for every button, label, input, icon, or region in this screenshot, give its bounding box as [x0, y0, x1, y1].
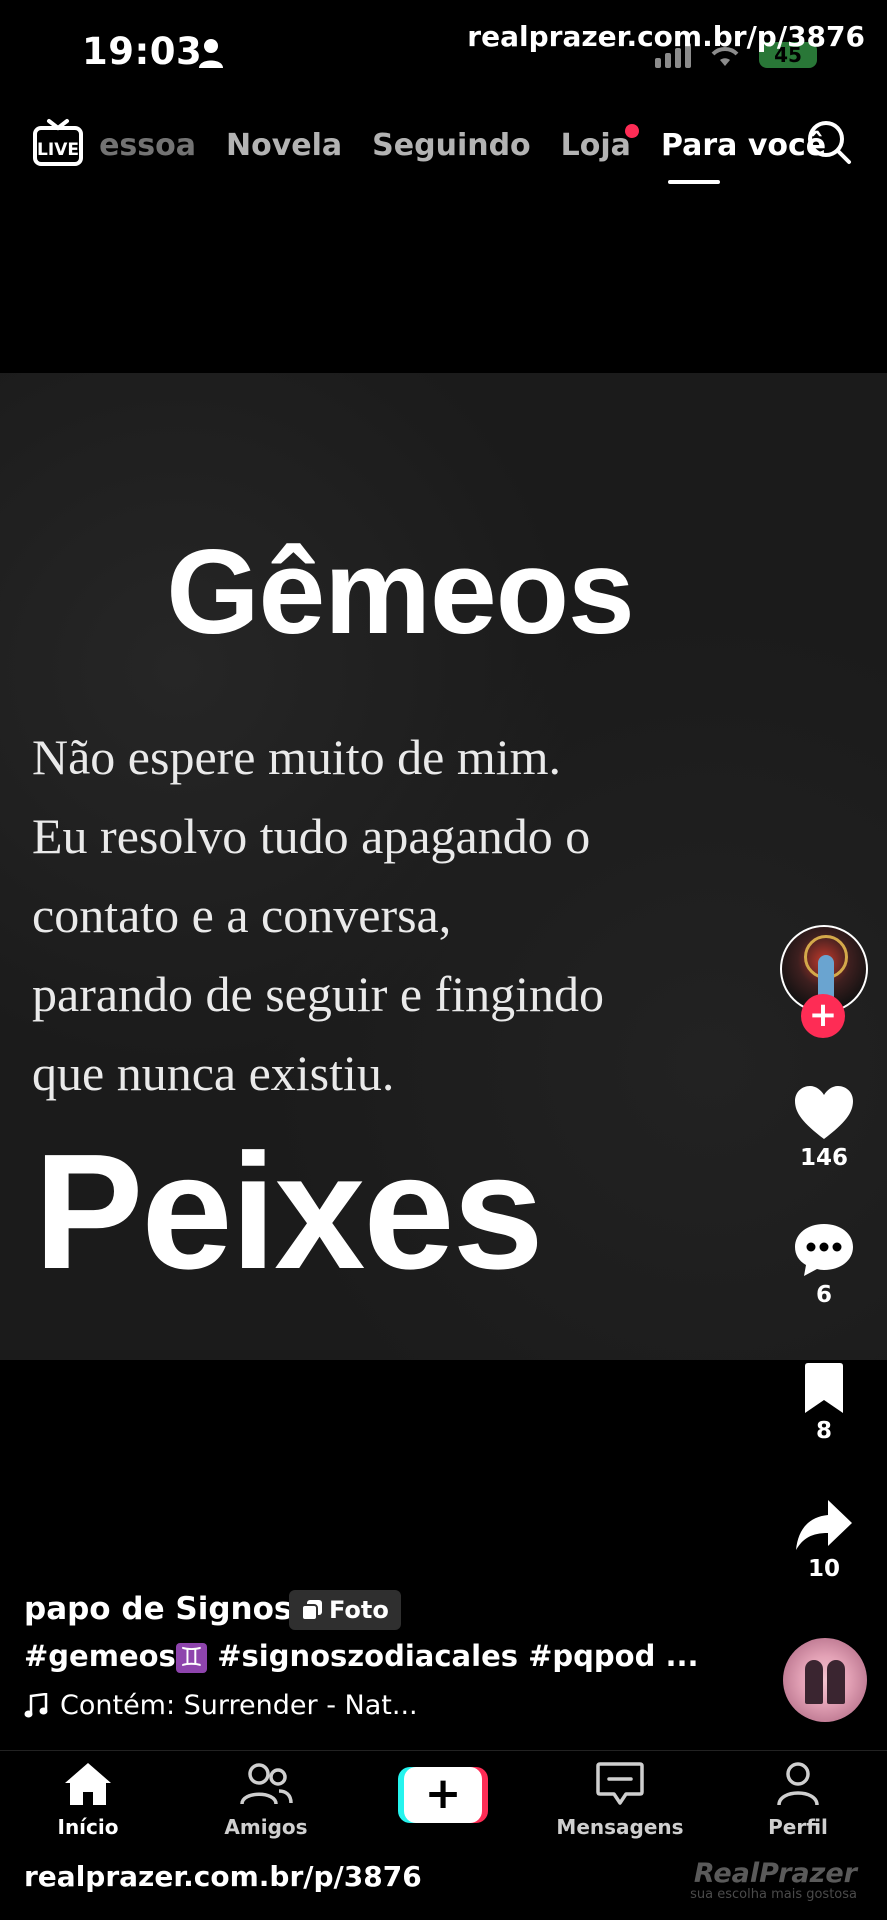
tab-pessoa[interactable]: Pessoa — [98, 128, 196, 163]
author-name[interactable]: papo de Signos — [24, 1591, 292, 1627]
share-icon — [796, 1500, 852, 1550]
friends-icon — [240, 1763, 293, 1805]
quote-line: contato e a conversa, — [32, 887, 452, 943]
bookmark-icon — [805, 1363, 843, 1413]
brand-name: RealPrazer — [693, 1858, 857, 1889]
comment-button[interactable]: 6 — [780, 1222, 868, 1308]
like-count: 146 — [799, 1145, 848, 1171]
svg-text:LIVE: LIVE — [37, 140, 79, 160]
save-button[interactable]: 8 — [780, 1362, 868, 1444]
follow-button[interactable]: + — [801, 994, 845, 1038]
like-button[interactable]: 146 — [780, 1085, 868, 1171]
nav-amigos[interactable]: Amigos — [181, 1761, 351, 1839]
quote-line: que nunca existiu. — [32, 1045, 395, 1101]
photo-icon — [301, 1600, 322, 1621]
nav-mensagens[interactable]: Mensagens — [535, 1761, 705, 1839]
nav-label: Mensagens — [556, 1815, 684, 1839]
nav-inicio[interactable]: Início — [3, 1761, 173, 1839]
bottom-nav: Início Amigos + Mensagens Perfil — [0, 1750, 887, 1860]
watermark-top: realprazer.com.br/p/3876 — [467, 20, 865, 53]
status-time: 19:03 — [82, 30, 203, 73]
music-disc[interactable] — [783, 1638, 867, 1722]
post-quote: Não espere muito de mim. Eu resolvo tudo… — [32, 718, 604, 1113]
tab-para-voce[interactable]: Para você — [661, 128, 826, 163]
create-button[interactable]: + — [398, 1767, 488, 1823]
active-tab-indicator — [668, 180, 720, 184]
share-count: 10 — [807, 1556, 840, 1582]
foto-badge: Foto — [289, 1590, 401, 1630]
notification-dot — [624, 123, 639, 138]
save-count: 8 — [815, 1418, 832, 1444]
music-title: Contém: Surrender - Nat... — [60, 1690, 418, 1721]
heart-icon — [795, 1086, 853, 1139]
tab-novela[interactable]: Novela — [226, 128, 342, 163]
post-title: Gêmeos — [166, 525, 635, 659]
brand-logo: RealPrazer sua escolha mais gostosa — [690, 1858, 857, 1902]
disc-figure — [805, 1660, 823, 1704]
quote-line: Não espere muito de mim. — [32, 729, 562, 785]
disc-figure — [827, 1660, 845, 1704]
post-subtitle: Peixes — [34, 1120, 544, 1303]
quote-line: Eu resolvo tudo apagando o — [32, 808, 591, 864]
comment-icon — [795, 1224, 853, 1276]
watermark-bottom: realprazer.com.br/p/3876 — [24, 1860, 422, 1893]
nav-label: Início — [57, 1815, 119, 1839]
music-note-icon — [24, 1692, 48, 1717]
tab-loja[interactable]: Loja — [560, 123, 639, 163]
plus-icon: + — [404, 1767, 482, 1823]
profile-icon — [777, 1762, 819, 1806]
nav-label: Amigos — [224, 1815, 308, 1839]
nav-perfil[interactable]: Perfil — [713, 1761, 883, 1839]
nav-label: Perfil — [768, 1815, 828, 1839]
messages-icon — [596, 1762, 644, 1805]
top-tabs: Pessoa Novela Seguindo Loja Para você — [98, 122, 826, 168]
post-image[interactable]: Gêmeos Não espere muito de mim. Eu resol… — [0, 373, 887, 1360]
foto-badge-label: Foto — [329, 1596, 389, 1624]
tab-seguindo[interactable]: Seguindo — [372, 128, 531, 163]
tab-loja-label: Loja — [560, 127, 631, 163]
music-info[interactable]: Contém: Surrender - Nat... — [24, 1690, 418, 1721]
share-button[interactable]: 10 — [780, 1498, 868, 1582]
live-icon[interactable]: LIVE — [32, 118, 84, 168]
person-icon — [199, 39, 223, 68]
home-icon — [65, 1763, 111, 1805]
gemini-emoji: ♊ — [175, 1643, 208, 1673]
hashtag-gemeos[interactable]: #gemeos — [24, 1639, 176, 1673]
hashtags[interactable]: #gemeos ♊ #signoszodiacales #pqpod ... — [24, 1639, 699, 1673]
comment-count: 6 — [815, 1282, 832, 1308]
brand-tagline: sua escolha mais gostosa — [690, 1887, 857, 1902]
search-icon[interactable] — [805, 118, 853, 166]
hashtags-rest[interactable]: #signoszodiacales #pqpod ... — [207, 1639, 698, 1673]
quote-line: parando de seguir e fingindo — [32, 966, 605, 1022]
